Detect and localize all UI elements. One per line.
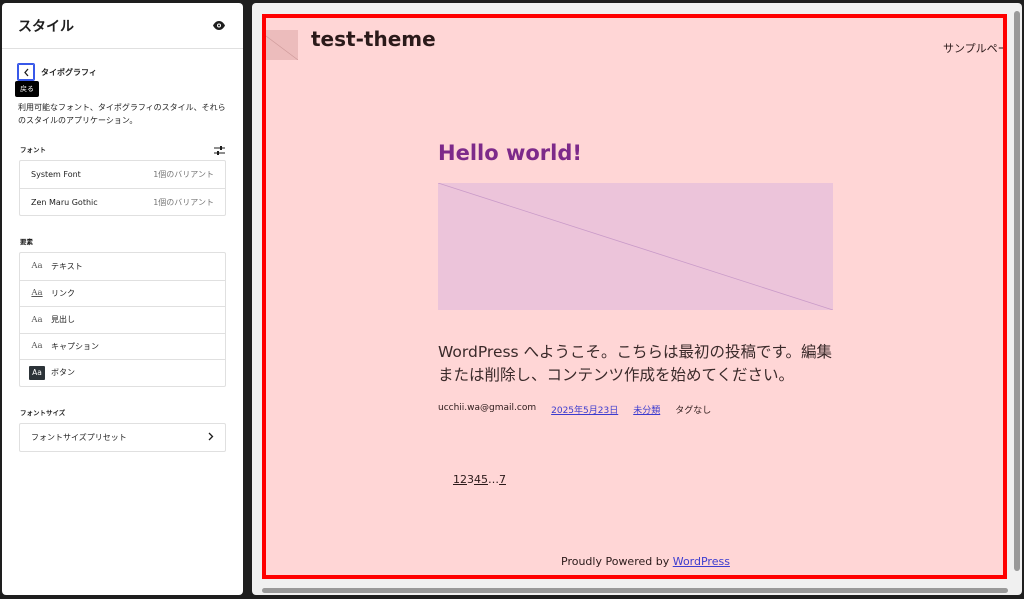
elements-label: 要素 [20,238,33,246]
element-item-text[interactable]: Aa テキスト [20,253,225,280]
editor-canvas-frame: test-theme サンプルページ Hello world! WordPres… [252,3,1022,595]
element-label: テキスト [51,261,83,271]
page-link[interactable]: 7 [499,473,506,486]
element-item-heading[interactable]: Aa 見出し [20,306,225,333]
fonts-list: System Font 1個のバリアント Zen Maru Gothic 1個の… [19,160,226,216]
element-item-link[interactable]: Aa リンク [20,279,225,307]
sidebar-header: スタイル [2,3,243,49]
element-label: リンク [51,288,75,298]
font-item[interactable]: System Font 1個のバリアント [20,161,225,188]
site-footer: Proudly Powered by WordPress [561,555,730,568]
post-content-line: WordPress へようこそ。こちらは最初の投稿です。編集 [438,343,833,361]
eye-icon[interactable] [211,18,227,34]
sliders-icon[interactable] [214,140,225,159]
post-content-line: または削除し、コンテンツ作成を始めてください。 [438,366,795,384]
element-item-button[interactable]: Aa ボタン [20,359,225,386]
typography-title: タイポグラフィ [41,67,97,77]
post-tags: タグなし [675,406,712,416]
styles-sidebar: スタイル タイポグラフィ 戻る 利用可能なフォント、タイポグラフィのスタイル、そ… [2,3,243,595]
post-title[interactable]: Hello world! [438,141,582,165]
post-author: ucchii.wa@gmail.com [438,403,537,413]
elements-list: Aa テキスト Aa リンク Aa 見出し Aa キャプション Aa ボタン [19,252,226,387]
font-item[interactable]: Zen Maru Gothic 1個のバリアント [20,188,225,215]
sidebar-title: スタイル [18,18,74,35]
font-name: System Font [31,170,81,179]
page-link[interactable]: 2 [460,473,467,486]
font-size-presets-label: フォントサイズプリセット [31,432,127,442]
site-title[interactable]: test-theme [311,27,436,51]
typography-description: 利用可能なフォント、タイポグラフィのスタイル、それらのスタイルのアプリケーション… [18,103,226,125]
typography-nav: タイポグラフィ 戻る [2,63,243,97]
font-variants: 1個のバリアント [153,197,214,207]
font-name: Zen Maru Gothic [31,197,98,207]
post-content[interactable]: WordPress へようこそ。こちらは最初の投稿です。編集 または削除し、コン… [438,341,838,387]
aa-icon: Aa [31,261,43,272]
footer-wordpress-link[interactable]: WordPress [673,555,730,568]
post-category-link[interactable]: 未分類 [633,403,660,416]
aa-icon: Aa [31,314,43,325]
element-label: 見出し [51,315,75,325]
chevron-right-icon [208,431,214,444]
fonts-section-header: フォント [2,143,243,155]
page-link[interactable]: 5 [481,473,488,486]
horizontal-scrollbar[interactable] [262,588,1008,593]
vertical-scrollbar[interactable] [1014,11,1020,571]
site-preview[interactable]: test-theme サンプルページ Hello world! WordPres… [262,14,1007,579]
post-meta: ucchii.wa@gmail.com 2025年5月23日 未分類 タグなし [438,403,711,416]
aa-button-icon: Aa [29,365,45,380]
font-sizes-list: フォントサイズプリセット [19,422,226,452]
elements-section-header: 要素 [2,235,243,247]
site-logo-placeholder[interactable] [266,30,298,60]
page-dots: … [488,473,499,486]
page-link[interactable]: 4 [474,473,481,486]
aa-link-icon: Aa [31,288,43,299]
nav-link-sample-page[interactable]: サンプルページ [943,40,1003,56]
fonts-label: フォント [20,146,46,154]
element-label: ボタン [51,368,75,378]
element-item-caption[interactable]: Aa キャプション [20,332,225,360]
chevron-left-icon [23,68,28,76]
footer-text: Proudly Powered by [561,555,673,568]
post-date-link[interactable]: 2025年5月23日 [551,403,618,416]
aa-icon: Aa [31,341,43,352]
back-button[interactable] [17,63,35,81]
element-label: キャプション [51,341,99,351]
back-tooltip: 戻る [15,81,39,97]
font-sizes-section-header: フォントサイズ [2,406,243,418]
font-variants: 1個のバリアント [153,170,214,179]
page-current: 3 [467,473,474,486]
featured-image-placeholder[interactable] [438,183,833,310]
pagination: 12345…7 [453,473,506,486]
font-sizes-label: フォントサイズ [20,408,66,417]
font-size-presets-item[interactable]: フォントサイズプリセット [20,424,225,451]
page-link[interactable]: 1 [453,473,460,486]
